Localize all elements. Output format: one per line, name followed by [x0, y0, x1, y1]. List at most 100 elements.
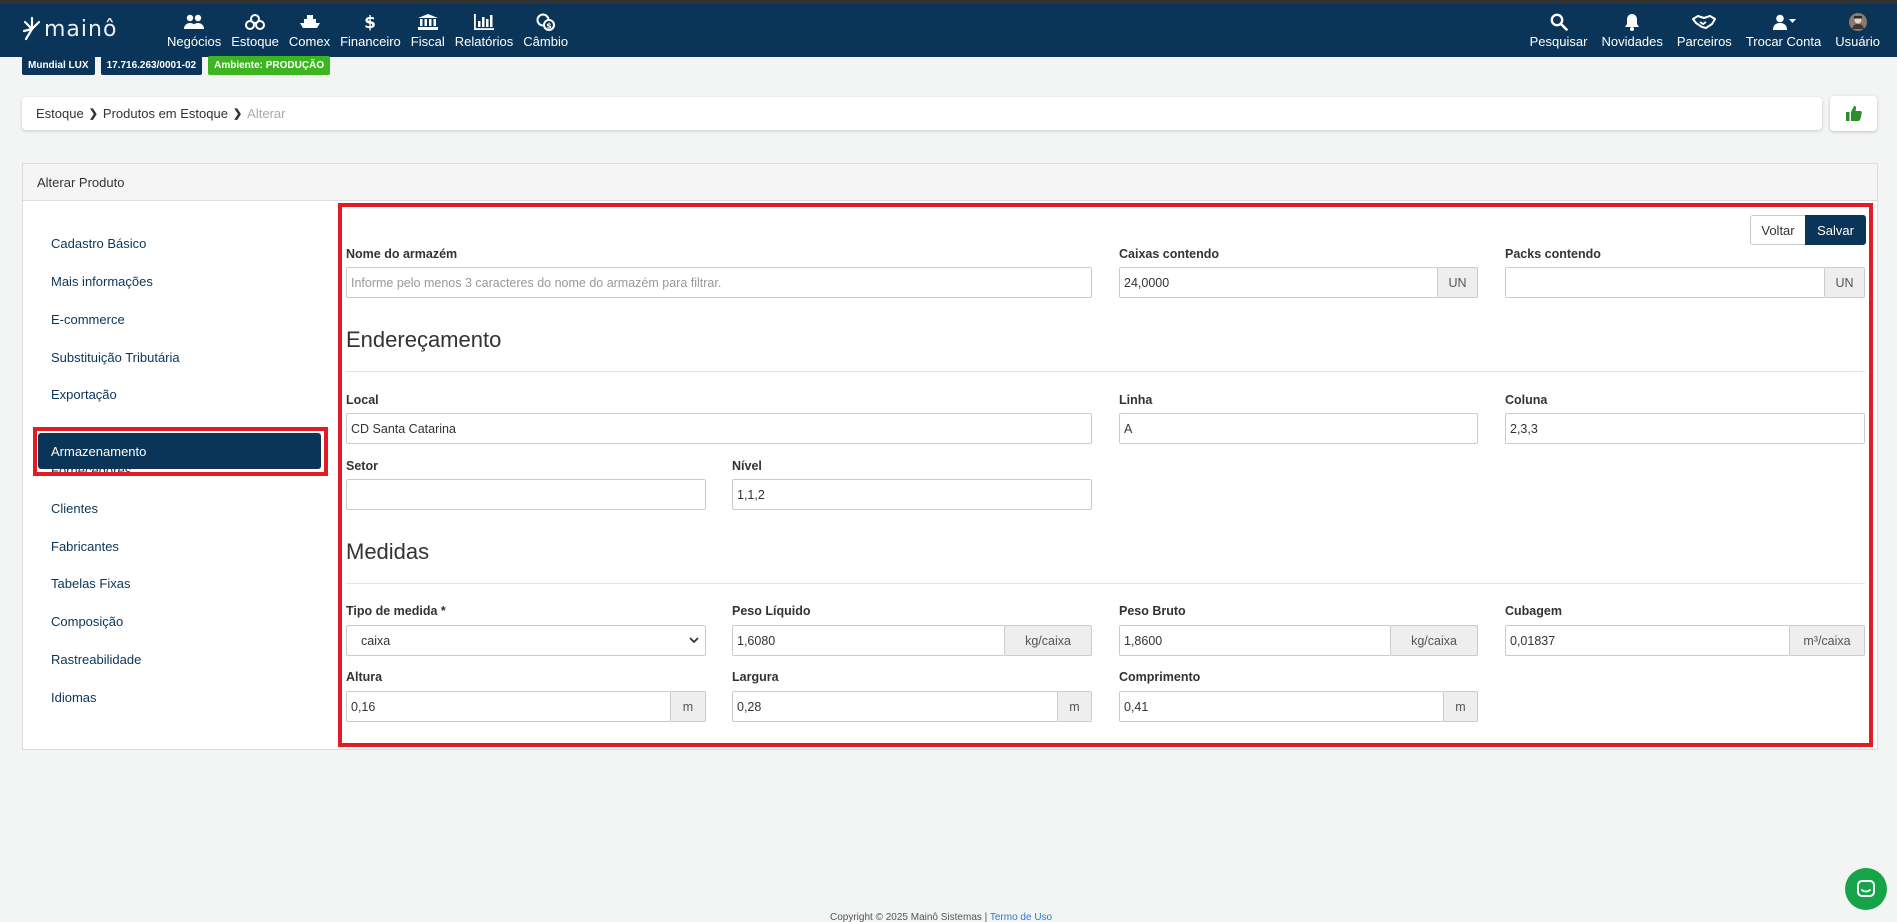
sidebar-item-exportacao[interactable]: Exportação [51, 376, 333, 412]
largura-label: Largura [732, 670, 779, 684]
peso-liquido-unit: kg/caixa [1005, 625, 1092, 656]
sidebar-item-mais-informacoes[interactable]: Mais informações [51, 263, 333, 299]
salvar-button[interactable]: Salvar [1805, 215, 1866, 245]
nivel-input[interactable]: 1,1,2 [732, 479, 1092, 510]
svg-text:$: $ [365, 13, 377, 31]
chat-button[interactable] [1845, 868, 1887, 910]
logo-mark-icon [22, 16, 41, 41]
bell-icon [1624, 13, 1640, 31]
sidebar-item-cadastro-basico[interactable]: Cadastro Básico [51, 225, 333, 261]
nav-label: Fiscal [410, 34, 445, 49]
largura-input[interactable]: 0,28 [732, 691, 1058, 722]
sidebar-item-ecommerce[interactable]: E-commerce [51, 301, 333, 337]
coins-icon: $ [536, 13, 556, 31]
caixas-label: Caixas contendo [1119, 247, 1220, 261]
dollar-icon: $ [363, 13, 377, 31]
nav-fiscal[interactable]: Fiscal [406, 4, 450, 57]
nav-novidades[interactable]: Novidades [1594, 4, 1669, 57]
nav-label: Trocar Conta [1745, 34, 1822, 49]
company-badge[interactable]: Mundial LUX [22, 56, 95, 75]
caixas-input[interactable]: 24,0000 [1119, 267, 1438, 298]
nav-pesquisar[interactable]: Pesquisar [1523, 4, 1595, 57]
bar-chart-icon [474, 13, 495, 31]
largura-unit: m [1058, 691, 1092, 722]
nav-trocar-conta[interactable]: Trocar Conta [1739, 4, 1828, 57]
peso-liquido-input[interactable]: 1,6080 [732, 625, 1005, 656]
main-nav: Negócios Estoque Comex $ Financeiro Fisc… [162, 4, 573, 57]
packs-label: Packs contendo [1505, 247, 1601, 261]
tipo-medida-label: Tipo de medida * [346, 604, 446, 618]
sidebar-selection-highlight [33, 427, 328, 476]
chevron-right-icon: ❯ [232, 108, 243, 120]
breadcrumb-produtos[interactable]: Produtos em Estoque [103, 106, 228, 121]
nav-label: Financeiro [340, 34, 401, 49]
packs-input[interactable] [1505, 267, 1825, 298]
chevron-down-icon [689, 637, 699, 644]
nav-relatorios[interactable]: Relatórios [450, 4, 519, 57]
linha-label: Linha [1119, 393, 1153, 407]
ship-icon [299, 13, 321, 31]
right-nav: Pesquisar Novidades Parceiros Trocar Con… [1523, 4, 1887, 57]
nav-comex[interactable]: Comex [284, 4, 335, 57]
users-icon [183, 13, 205, 31]
sidebar-item-tabelas-fixas[interactable]: Tabelas Fixas [51, 565, 333, 601]
nav-label: Negócios [167, 34, 222, 49]
logo-text: mainô [44, 16, 118, 42]
alterar-produto-panel: Alterar Produto Cadastro Básico Mais inf… [22, 163, 1878, 750]
nav-parceiros[interactable]: Parceiros [1670, 4, 1739, 57]
local-label: Local [346, 393, 379, 407]
enderecamento-title: Endereçamento [346, 327, 502, 352]
bank-icon [417, 13, 438, 31]
peso-bruto-input[interactable]: 1,8600 [1119, 625, 1391, 656]
caixas-unit: UN [1438, 267, 1478, 298]
context-badges: Mundial LUX 17.716.263/0001-02 Ambiente:… [22, 56, 331, 75]
sidebar-item-fabricantes[interactable]: Fabricantes [51, 528, 333, 564]
chat-icon [1857, 880, 1875, 897]
maino-logo[interactable]: mainô [22, 14, 117, 44]
nav-label: Usuário [1835, 34, 1880, 49]
tipo-medida-select[interactable]: caixa [346, 625, 706, 656]
peso-bruto-unit: kg/caixa [1391, 625, 1478, 656]
section-divider [346, 583, 1865, 584]
armazem-label: Nome do armazém [346, 247, 458, 261]
sidebar-item-composicao[interactable]: Composição [51, 603, 333, 639]
nav-label: Câmbio [523, 34, 569, 49]
breadcrumb: Estoque ❯ Produtos em Estoque ❯ Alterar [22, 97, 1822, 130]
nav-label: Comex [288, 34, 331, 49]
local-input[interactable]: CD Santa Catarina [346, 413, 1092, 444]
sidebar-item-rastreabilidade[interactable]: Rastreabilidade [51, 641, 333, 677]
linha-input[interactable]: A [1119, 413, 1478, 444]
top-navbar: mainô Negócios Estoque Comex $ Financeir… [0, 0, 1897, 57]
nav-label: Pesquisar [1529, 34, 1588, 49]
nav-financeiro[interactable]: $ Financeiro [335, 4, 406, 57]
search-icon [1550, 13, 1568, 31]
nav-estoque[interactable]: Estoque [226, 4, 284, 57]
altura-input[interactable]: 0,16 [346, 691, 671, 722]
voltar-button[interactable]: Voltar [1750, 215, 1806, 245]
nav-cambio[interactable]: $ Câmbio [518, 4, 573, 57]
sidebar-item-idiomas[interactable]: Idiomas [51, 679, 333, 715]
coluna-input[interactable]: 2,3,3 [1505, 413, 1865, 444]
footer: Copyright © 2025 Mainô Sistemas | Termo … [830, 912, 1052, 922]
cubagem-unit: m³/caixa [1790, 625, 1865, 656]
setor-input[interactable] [346, 479, 706, 510]
peso-bruto-label: Peso Bruto [1119, 604, 1186, 618]
setor-label: Setor [346, 459, 378, 473]
comprimento-input[interactable]: 0,41 [1119, 691, 1444, 722]
termo-de-uso-link[interactable]: Termo de Uso [990, 912, 1052, 922]
nav-negocios[interactable]: Negócios [162, 4, 226, 57]
armazem-input[interactable]: Informe pelo menos 3 caracteres do nome … [346, 267, 1092, 298]
medidas-title: Medidas [346, 539, 430, 564]
sidebar-item-substituicao-tributaria[interactable]: Substituição Tributária [51, 339, 333, 375]
sidebar-item-clientes[interactable]: Clientes [51, 490, 333, 526]
nivel-label: Nível [732, 459, 762, 473]
user-switch-icon [1772, 13, 1796, 31]
cubagem-input[interactable]: 0,01837 [1505, 625, 1790, 656]
breadcrumb-current: Alterar [247, 106, 286, 121]
chevron-right-icon: ❯ [88, 108, 98, 120]
nav-usuario[interactable]: Usuário [1828, 4, 1887, 57]
cnpj-badge: 17.716.263/0001-02 [100, 56, 203, 75]
peso-liquido-label: Peso Líquido [732, 604, 811, 618]
thumbs-up-button[interactable] [1830, 96, 1877, 131]
breadcrumb-estoque[interactable]: Estoque [36, 106, 84, 121]
